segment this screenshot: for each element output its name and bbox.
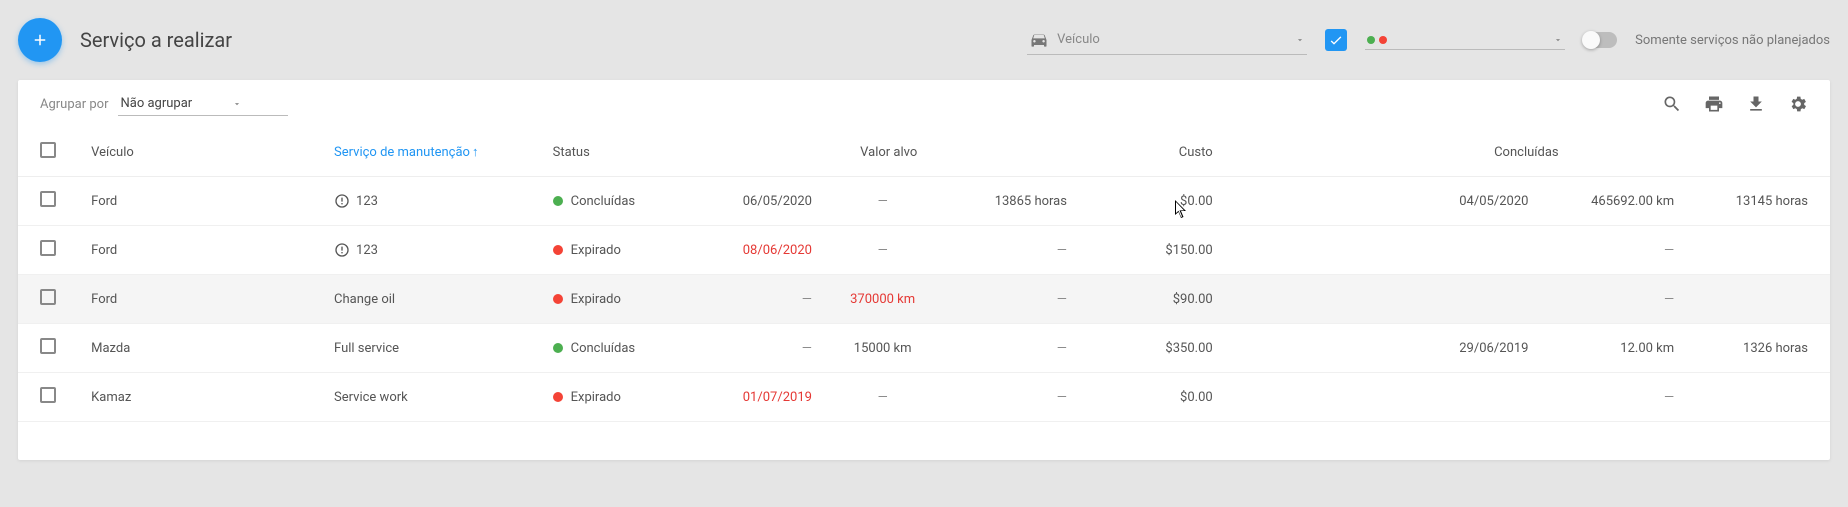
col-header-vehicle[interactable]: Veículo: [81, 128, 324, 177]
service-name: 123: [356, 194, 378, 209]
table-row[interactable]: KamazService workExpirado01/07/2019——$0.…: [18, 373, 1830, 422]
panel-toolbar: Agrupar por Não agrupar: [18, 80, 1830, 128]
row-checkbox[interactable]: [40, 387, 56, 403]
status-dot-icon: [553, 196, 563, 206]
service-name: 123: [356, 243, 378, 258]
cost-value: $350.00: [1165, 341, 1212, 356]
target-date: 01/07/2019: [743, 390, 812, 405]
group-by-label: Agrupar por: [40, 97, 108, 112]
col-header-cost[interactable]: Custo: [1077, 128, 1223, 177]
status-text: Expirado: [571, 292, 621, 307]
page-header: Serviço a realizar Veículo Somente servi…: [18, 14, 1830, 80]
add-button[interactable]: [18, 18, 62, 62]
plus-icon: [31, 31, 49, 49]
search-icon[interactable]: [1662, 94, 1682, 114]
status-text: Concluídas: [571, 194, 636, 209]
status-text: Expirado: [571, 243, 621, 258]
service-name: Service work: [334, 390, 408, 405]
status-dot-green-icon: [1367, 36, 1375, 44]
row-checkbox[interactable]: [40, 240, 56, 256]
vehicle-filter-label: Veículo: [1057, 32, 1287, 47]
target-date: 08/06/2020: [743, 243, 812, 258]
check-icon: [1328, 32, 1344, 48]
target-hours: 13865 horas: [995, 194, 1067, 209]
vehicle-name: Ford: [91, 292, 117, 307]
cost-value: $0.00: [1180, 194, 1213, 209]
status-text: Expirado: [571, 390, 621, 405]
table-row[interactable]: Ford123Concluídas06/05/2020—13865 horas$…: [18, 177, 1830, 226]
table-row[interactable]: FordChange oilExpirado—370000 km—$90.00—: [18, 275, 1830, 324]
main-panel: Agrupar por Não agrupar Veículo Serviço …: [18, 80, 1830, 460]
completed-date: 04/05/2020: [1459, 194, 1528, 209]
row-checkbox[interactable]: [40, 191, 56, 207]
vehicle-filter[interactable]: Veículo: [1027, 26, 1307, 55]
alert-circle-icon: [334, 242, 350, 258]
vehicle-name: Ford: [91, 194, 117, 209]
status-dot-icon: [553, 343, 563, 353]
completed-km: 465692.00 km: [1591, 194, 1674, 209]
caret-down-icon: [232, 99, 242, 109]
select-all-checkbox[interactable]: [40, 142, 56, 158]
download-icon[interactable]: [1746, 94, 1766, 114]
service-name: Full service: [334, 341, 399, 356]
row-checkbox[interactable]: [40, 338, 56, 354]
completed-hours: 13145 horas: [1736, 194, 1808, 209]
status-dot-icon: [553, 392, 563, 402]
unplanned-toggle-label: Somente serviços não planejados: [1635, 33, 1830, 48]
completed-km: 12.00 km: [1620, 341, 1674, 356]
cost-value: $0.00: [1180, 390, 1213, 405]
status-dot-icon: [553, 245, 563, 255]
row-checkbox[interactable]: [40, 289, 56, 305]
alert-circle-icon: [334, 193, 350, 209]
table-row[interactable]: Ford123Expirado08/06/2020——$150.00—: [18, 226, 1830, 275]
target-date: 06/05/2020: [743, 194, 812, 209]
group-by-value: Não agrupar: [120, 96, 192, 111]
col-header-completed[interactable]: Concluídas: [1223, 128, 1830, 177]
completed-date: 29/06/2019: [1459, 341, 1528, 356]
vehicle-name: Kamaz: [91, 390, 131, 405]
unplanned-toggle[interactable]: [1583, 32, 1617, 48]
services-table: Veículo Serviço de manutenção↑ Status Va…: [18, 128, 1830, 422]
caret-down-icon: [1553, 35, 1563, 45]
col-header-target[interactable]: Valor alvo: [701, 128, 1077, 177]
target-km: 15000 km: [854, 341, 912, 356]
service-name: Change oil: [334, 292, 395, 307]
status-dot-icon: [553, 294, 563, 304]
sort-asc-icon: ↑: [472, 145, 479, 160]
print-icon[interactable]: [1704, 94, 1724, 114]
status-dot-red-icon: [1379, 36, 1387, 44]
vehicle-name: Mazda: [91, 341, 130, 356]
completed-hours: 1326 horas: [1743, 341, 1808, 356]
col-header-status[interactable]: Status: [543, 128, 701, 177]
status-filter[interactable]: [1365, 31, 1565, 50]
cost-value: $150.00: [1165, 243, 1212, 258]
table-row[interactable]: MazdaFull serviceConcluídas—15000 km—$35…: [18, 324, 1830, 373]
vehicle-name: Ford: [91, 243, 117, 258]
filter-enabled-checkbox[interactable]: [1325, 29, 1347, 51]
status-text: Concluídas: [571, 341, 636, 356]
car-icon: [1029, 30, 1049, 50]
group-by-select[interactable]: Não agrupar: [118, 92, 288, 116]
page-title: Serviço a realizar: [80, 28, 232, 52]
gear-icon[interactable]: [1788, 94, 1808, 114]
target-km: 370000 km: [850, 292, 915, 307]
col-header-service[interactable]: Serviço de manutenção↑: [324, 128, 543, 177]
cost-value: $90.00: [1173, 292, 1213, 307]
caret-down-icon: [1295, 35, 1305, 45]
